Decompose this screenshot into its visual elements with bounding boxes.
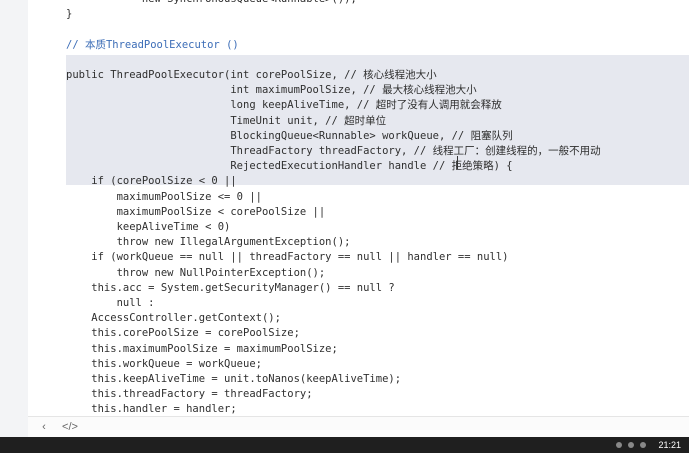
code-line: null : xyxy=(66,297,155,309)
text-cursor xyxy=(457,156,458,169)
code-editor[interactable]: new SynchronousQueue<Runnable>());} // 本质… xyxy=(28,0,689,416)
code-line: this.workQueue = workQueue; xyxy=(66,357,262,370)
code-line: BlockingQueue<Runnable> workQueue, // 阻塞… xyxy=(66,129,513,142)
clock[interactable]: 21:21 xyxy=(658,440,681,450)
code-line: // 本质ThreadPoolExecutor () xyxy=(66,38,239,51)
code-line: throw new NullPointerException(); xyxy=(66,266,326,279)
code-line: maximumPoolSize < corePoolSize || xyxy=(66,205,326,218)
code-line: throw new IllegalArgumentException(); xyxy=(66,236,351,249)
code-line: keepAliveTime < 0) xyxy=(66,221,231,233)
system-taskbar: 21:21 xyxy=(0,437,689,453)
code-line: this.keepAliveTime = unit.toNanos(keepAl… xyxy=(66,373,402,385)
code-line: this.maximumPoolSize = maximumPoolSize; xyxy=(66,342,338,355)
code-line: } xyxy=(66,8,73,21)
code-line: public ThreadPoolExecutor(int corePoolSi… xyxy=(66,69,437,81)
editor-statusbar: ‹ </> xyxy=(28,416,689,437)
code-line: RejectedExecutionHandler handle // 拒绝策略)… xyxy=(66,160,513,173)
code-line: this.corePoolSize = corePoolSize; xyxy=(66,327,300,340)
code-line: new SynchronousQueue<Runnable>()); xyxy=(66,0,357,7)
code-line: maximumPoolSize <= 0 || xyxy=(66,190,262,203)
code-line: AccessController.getContext(); xyxy=(66,312,281,325)
code-line: int maximumPoolSize, // 最大核心线程池大小 xyxy=(66,84,477,97)
code-line: ThreadFactory threadFactory, // 线程工厂：创建线… xyxy=(66,145,601,157)
code-line: long keepAliveTime, // 超时了没有人调用就会释放 xyxy=(66,99,502,112)
code-line: this.threadFactory = threadFactory; xyxy=(66,388,313,401)
chevron-left-icon[interactable]: ‹ xyxy=(36,419,52,435)
code-line: this.handler = handler; xyxy=(66,403,237,416)
code-line: TimeUnit unit, // 超时单位 xyxy=(66,114,387,127)
code-icon[interactable]: </> xyxy=(62,419,78,435)
code-line: if (workQueue == null || threadFactory =… xyxy=(66,251,509,264)
tray-icon[interactable] xyxy=(628,442,635,448)
code-line: if (corePoolSize < 0 || xyxy=(66,175,237,188)
tray-icon[interactable] xyxy=(616,442,623,448)
left-gutter xyxy=(0,0,29,437)
code-line: this.acc = System.getSecurityManager() =… xyxy=(66,281,395,294)
tray-icon[interactable] xyxy=(640,442,647,448)
